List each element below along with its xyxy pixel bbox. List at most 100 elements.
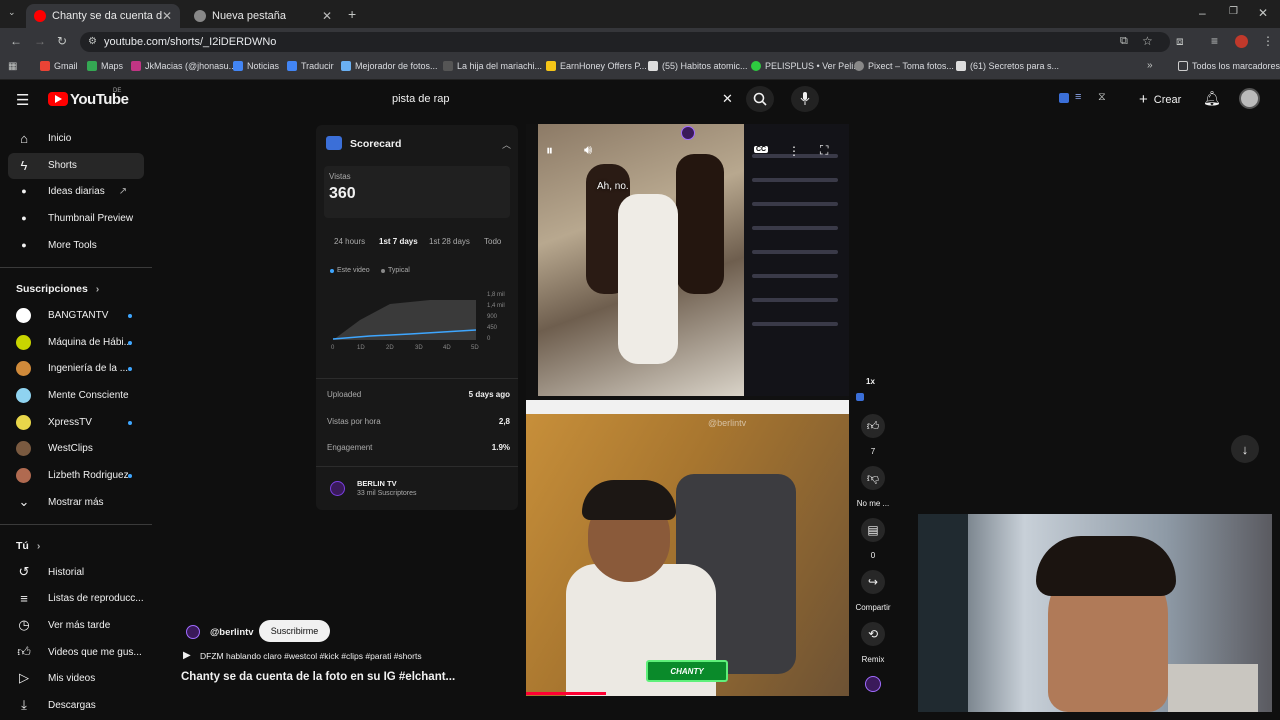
dislike-button[interactable]: 👎︎: [861, 466, 885, 490]
play-logo-icon: [55, 95, 62, 103]
captions-icon[interactable]: CC: [754, 146, 769, 153]
bookmark-item[interactable]: PELISPLUS • Ver Peli...: [751, 61, 861, 71]
sidebar-item-thumbnail-preview[interactable]: ● Thumbnail Preview: [16, 208, 133, 228]
comments-button[interactable]: ▤: [861, 518, 885, 542]
close-tab-icon[interactable]: ✕: [162, 9, 172, 23]
install-icon[interactable]: ⧉: [1120, 35, 1128, 48]
more-bookmarks-icon[interactable]: »: [1147, 60, 1153, 71]
chevron-right-icon: ›: [95, 283, 100, 295]
sidebar-item-liked[interactable]: 👍︎ Videos que me gus...: [16, 642, 142, 662]
extensions-icon[interactable]: ⧈: [1176, 34, 1184, 49]
voice-search-button[interactable]: [791, 86, 819, 112]
fullscreen-icon[interactable]: ⛶: [820, 143, 828, 158]
browser-menu-icon[interactable]: ⋮: [1262, 34, 1274, 48]
extension-gift-icon[interactable]: ⧖: [1098, 91, 1106, 104]
volume-icon[interactable]: 🔊︎: [584, 142, 592, 158]
extension-icon[interactable]: [1059, 93, 1069, 103]
bookmark-item[interactable]: Noticias: [233, 61, 279, 71]
period-24h[interactable]: 24 hours: [334, 237, 365, 246]
comments-panel: [744, 124, 849, 396]
period-7d[interactable]: 1st 7 days: [379, 237, 418, 246]
sound-avatar[interactable]: [865, 676, 881, 692]
hamburger-menu-icon[interactable]: ☰: [16, 91, 29, 109]
short-channel-handle[interactable]: @berlintv: [210, 627, 254, 638]
tab-new[interactable]: Nueva pestaña ✕: [186, 4, 340, 28]
sidebar-item-shorts[interactable]: ϟ Shorts: [16, 155, 77, 175]
bookmark-item[interactable]: Traducir: [287, 61, 334, 71]
channel-avatar[interactable]: [186, 625, 200, 639]
account-avatar[interactable]: [1239, 88, 1260, 109]
bookmark-item[interactable]: La hija del mariachi...: [443, 61, 542, 71]
period-all[interactable]: Todo: [484, 237, 501, 246]
site-info-icon[interactable]: ⚙: [88, 36, 97, 47]
back-icon[interactable]: ←: [10, 34, 22, 48]
forward-icon[interactable]: →: [34, 34, 46, 48]
short-tagline[interactable]: DFZM hablando claro #westcol #kick #clip…: [200, 651, 422, 661]
sidebar-item-more-tools[interactable]: ● More Tools: [16, 235, 96, 255]
pause-icon[interactable]: ⏸: [546, 142, 553, 159]
sidebar-item-history[interactable]: ↺ Historial: [16, 562, 85, 582]
sidebar-item-playlists[interactable]: ≡ Listas de reproducc...: [16, 588, 143, 608]
bookmark-item[interactable]: EarnHoney Offers P...: [546, 61, 647, 71]
sidebar-item-ideas[interactable]: ● Ideas diarias ↗: [16, 181, 127, 201]
subscription-item[interactable]: Lizbeth Rodriguez: [16, 465, 129, 485]
subscriptions-heading[interactable]: Suscripciones ›: [16, 279, 99, 299]
channel-avatar[interactable]: [330, 481, 345, 496]
next-short-button[interactable]: ↓: [1231, 435, 1259, 463]
subscription-item[interactable]: Mente Consciente: [16, 385, 129, 405]
all-bookmarks[interactable]: Todos los marcadores: [1178, 61, 1280, 71]
short-title[interactable]: Chanty se da cuenta de la foto en su IG …: [181, 671, 455, 683]
sidebar-item-watch-later[interactable]: ◷ Ver más tarde: [16, 615, 110, 635]
sidebar-item-downloads[interactable]: ⤓ Descargas: [16, 695, 96, 715]
you-heading[interactable]: Tú ›: [16, 536, 40, 556]
restore-icon[interactable]: ❐: [1229, 6, 1238, 17]
subscription-item[interactable]: BANGTANTV: [16, 305, 108, 325]
like-button[interactable]: 👍︎: [861, 414, 885, 438]
close-window-icon[interactable]: ✕: [1258, 6, 1268, 20]
share-button[interactable]: ↪: [861, 570, 885, 594]
show-more-button[interactable]: ⌄ Mostrar más: [16, 492, 104, 512]
new-tab-icon[interactable]: +: [348, 6, 356, 22]
comment-icon: ▤: [867, 523, 879, 537]
reload-icon[interactable]: ↻: [57, 34, 67, 48]
tab-active[interactable]: Chanty se da cuenta de la f ✕: [26, 4, 180, 28]
bookmark-item[interactable]: JkMacias (@jhonasu...: [131, 61, 236, 71]
subscription-item[interactable]: Ingeniería de la ...: [16, 358, 128, 378]
clear-search-icon[interactable]: ✕: [722, 91, 733, 107]
tab-list-icon[interactable]: ⌄: [8, 7, 16, 18]
remix-button[interactable]: ⟲: [861, 622, 885, 646]
sidebar-item-my-videos[interactable]: ▷ Mis videos: [16, 668, 95, 688]
period-28d[interactable]: 1st 28 days: [429, 237, 470, 246]
bookmark-item[interactable]: Gmail: [40, 61, 78, 71]
subscribe-button[interactable]: Suscribirme: [259, 620, 330, 642]
more-options-icon[interactable]: ⋮: [788, 144, 800, 158]
bookmark-item[interactable]: (55) Habitos atomic...: [648, 61, 748, 71]
short-video-player[interactable]: Ah, no. ⏸ 🔊︎ CC ⋮ ⛶ @berlintv CHANTY: [526, 124, 849, 696]
progress-bar[interactable]: [526, 692, 606, 695]
create-button[interactable]: + Crear: [1139, 91, 1181, 108]
subscription-item[interactable]: Máquina de Hábi...: [16, 332, 132, 352]
channel-name[interactable]: BERLIN TV: [357, 479, 397, 488]
person-figure: [676, 154, 724, 294]
search-value[interactable]: pista de rap: [392, 93, 449, 105]
search-button[interactable]: [746, 86, 774, 112]
bookmark-item[interactable]: (61) Secretos para s...: [956, 61, 1059, 71]
apps-icon[interactable]: ▦: [8, 61, 17, 72]
close-tab-icon[interactable]: ✕: [322, 9, 332, 23]
vidiq-icon: ●: [21, 213, 27, 223]
subscription-item[interactable]: XpressTV: [16, 412, 92, 432]
subscription-item[interactable]: WestClips: [16, 438, 93, 458]
minimize-icon[interactable]: –: [1199, 6, 1206, 20]
bookmark-item[interactable]: Pixect – Toma fotos...: [854, 61, 954, 71]
bookmark-item[interactable]: Maps: [87, 61, 123, 71]
sidebar-item-inicio[interactable]: ⌂ Inicio: [16, 128, 71, 148]
media-icon[interactable]: ≡: [1211, 34, 1218, 48]
profile-avatar[interactable]: [1235, 35, 1248, 48]
speed-label[interactable]: 1x: [866, 377, 875, 386]
notifications-bell-icon[interactable]: 🔔︎: [1203, 90, 1221, 107]
vidiq-icon: ●: [21, 240, 27, 250]
bookmark-item[interactable]: Mejorador de fotos...: [341, 61, 438, 71]
bookmark-star-icon[interactable]: ☆: [1142, 34, 1153, 48]
collapse-icon[interactable]: ︿: [502, 138, 511, 151]
extension-list-icon[interactable]: ≡: [1075, 91, 1081, 103]
